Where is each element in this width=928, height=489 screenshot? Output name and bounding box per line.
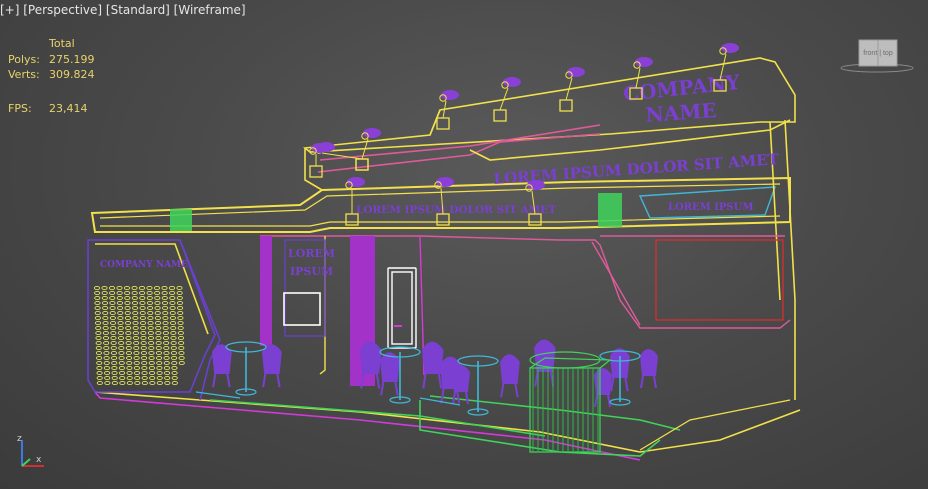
viewport-scene[interactable]: COMPANY NAME LOREM IPSUM LOREM IPSUM DOL…: [0, 0, 928, 489]
door: [387, 267, 417, 349]
left-wall-pattern: [93, 285, 185, 386]
y-axis-line: [21, 458, 31, 467]
z-axis-label: z: [17, 434, 22, 444]
spot-lights: [309, 43, 739, 226]
pillar-screen: [283, 292, 321, 326]
lorem-right-text: LOREM IPSUM: [668, 202, 753, 213]
floor-platform: [94, 391, 801, 461]
back-wall: [260, 235, 791, 376]
furniture: [212, 339, 658, 416]
viewcube[interactable]: front | top: [840, 38, 914, 76]
company-top-text-line2: NAME: [645, 98, 718, 127]
lorem-mid-text: LOREM IPSUM DOLOR SIT AMET: [356, 204, 556, 216]
lorem-pillar-line1: LOREM: [288, 247, 335, 260]
axis-tripod: z x: [17, 434, 44, 467]
x-axis-label: x: [36, 455, 42, 465]
company-name-left-text: COMPANY NAME: [100, 260, 188, 270]
viewcube-label: front | top: [863, 50, 893, 57]
lorem-pillar-line2: IPSUM: [290, 265, 333, 278]
